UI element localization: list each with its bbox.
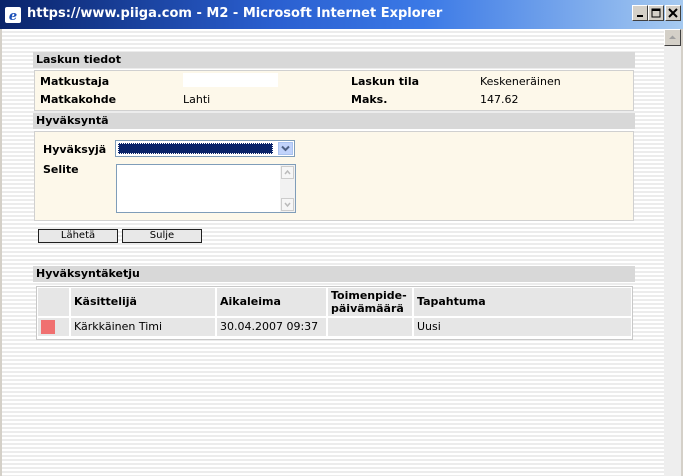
send-button[interactable]: Lähetä	[38, 229, 118, 243]
close-icon	[668, 8, 678, 18]
approval-section-header: Hyväksyntä	[33, 113, 635, 129]
scroll-down-arrow-icon	[284, 202, 291, 208]
event-column-header: Tapahtuma	[414, 288, 631, 316]
approver-select[interactable]	[115, 140, 295, 157]
note-scrollbar[interactable]	[280, 165, 295, 212]
note-label: Selite	[43, 163, 79, 176]
page: Laskun tiedot Matkustaja Matkakohde Laht…	[0, 0, 662, 447]
max-amount-value: 147.62	[480, 93, 519, 106]
status-column-header	[38, 288, 69, 316]
action-date-cell	[328, 318, 412, 336]
note-textarea[interactable]	[116, 164, 296, 213]
scroll-up-arrow-icon	[669, 35, 676, 39]
max-amount-label: Maks.	[351, 93, 388, 106]
invoice-status-value: Keskeneräinen	[480, 75, 561, 88]
action-date-column-label: Toimenpide-päivämäärä	[331, 289, 407, 315]
destination-value: Lahti	[183, 93, 211, 106]
invoice-section-header: Laskun tiedot	[33, 52, 635, 68]
note-scroll-up[interactable]	[281, 166, 294, 179]
scroll-up-arrow-icon	[284, 169, 291, 175]
handler-column-header: Käsittelijä	[71, 288, 215, 316]
approver-selected-value	[118, 143, 273, 154]
scroll-up-button[interactable]	[664, 29, 681, 46]
status-cell	[38, 318, 69, 336]
note-scroll-down[interactable]	[281, 198, 294, 211]
invoice-status-label: Laskun tila	[351, 75, 420, 88]
timestamp-cell: 30.04.2007 09:37	[217, 318, 326, 336]
destination-label: Matkakohde	[40, 93, 117, 106]
traveller-value	[183, 73, 278, 87]
approver-label: Hyväksyjä	[43, 143, 107, 156]
status-marker-icon	[41, 320, 55, 334]
action-date-column-header: Toimenpide-päivämäärä	[328, 288, 412, 316]
event-cell: Uusi	[414, 318, 631, 336]
chevron-down-icon	[281, 145, 290, 152]
timestamp-column-header: Aikaleima	[217, 288, 326, 316]
handler-cell: Kärkkäinen Timi	[71, 318, 215, 336]
close-button[interactable]: Sulje	[122, 229, 202, 243]
close-window-button[interactable]	[665, 5, 681, 21]
traveller-label: Matkustaja	[40, 75, 110, 88]
approver-dropdown-button[interactable]	[278, 142, 293, 155]
approval-chain-section-header: Hyväksyntäketju	[33, 266, 635, 282]
vertical-scrollbar[interactable]	[664, 29, 681, 476]
